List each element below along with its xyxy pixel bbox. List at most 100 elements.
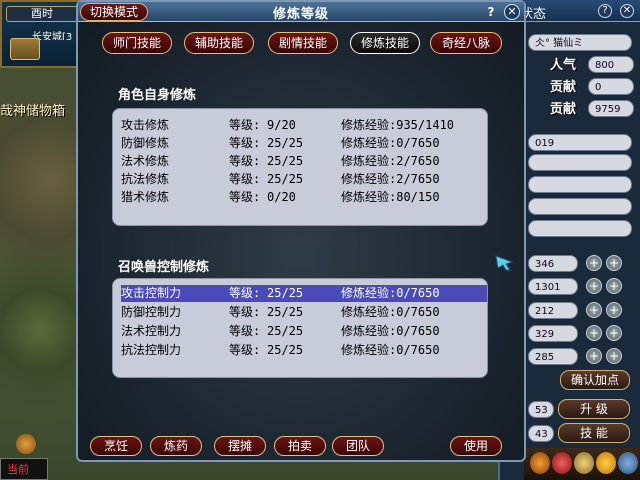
level-value: 25/25	[267, 324, 304, 338]
stat-minus-button[interactable]: +	[606, 255, 622, 271]
stat-minus-button[interactable]: +	[606, 325, 622, 341]
minimap[interactable]: 酉时 长安城[3	[0, 0, 80, 68]
level-label: 等级:	[229, 172, 261, 186]
experience-value: 修炼经验:0/7650	[341, 286, 440, 300]
cultivation-name: 攻击控制力	[121, 286, 182, 300]
item-icon[interactable]	[574, 452, 594, 474]
cultivation-name: 防御修炼	[121, 136, 170, 150]
game-time: 酉时	[6, 6, 78, 22]
cultivation-row[interactable]: 抗法修炼 等级: 25/25 修炼经验:2/7650	[121, 171, 487, 188]
chat-channel-selector[interactable]: 当前	[0, 458, 48, 480]
level-label: 等级:	[229, 118, 261, 132]
skill-button[interactable]: 技 能	[558, 423, 630, 443]
team-button[interactable]: 团队	[332, 436, 384, 456]
item-icon[interactable]	[552, 452, 572, 474]
stat-field-empty	[528, 198, 632, 215]
cultivation-name: 攻击修炼	[121, 118, 170, 132]
cultivation-name: 防御控制力	[121, 305, 182, 319]
stat-minus-button[interactable]: +	[606, 302, 622, 318]
tab-story-skills[interactable]: 剧情技能	[268, 32, 338, 54]
contribution-label-2: 贡献	[550, 102, 577, 117]
stat-plus-button[interactable]: +	[586, 302, 602, 318]
stat-value: 212	[528, 302, 578, 319]
experience-value: 修炼经验:0/7650	[341, 324, 440, 338]
cooking-button[interactable]: 烹饪	[90, 436, 142, 456]
experience-value: 修炼经验:935/1410	[341, 118, 455, 132]
experience-value: 修炼经验:0/7650	[341, 305, 440, 319]
smiley-icon[interactable]	[596, 452, 616, 474]
alchemy-button[interactable]: 炼药	[150, 436, 202, 456]
close-icon[interactable]: ✕	[504, 4, 520, 20]
pet-control-title: 召唤兽控制修炼	[118, 260, 210, 275]
contribution-value-2: 9759	[588, 100, 634, 117]
cultivation-name: 法术修炼	[121, 154, 170, 168]
stall-button[interactable]: 摆摊	[214, 436, 266, 456]
use-button[interactable]: 使用	[450, 436, 502, 456]
level-label: 等级:	[229, 286, 261, 300]
upgrade-button[interactable]: 升 级	[558, 399, 630, 419]
experience-value: 修炼经验:0/7650	[341, 136, 440, 150]
stat-value: 346	[528, 255, 578, 272]
stat-plus-button[interactable]: +	[586, 255, 602, 271]
stat-field-empty	[528, 154, 632, 171]
experience-value: 修炼经验:2/7650	[341, 172, 440, 186]
auction-button[interactable]: 拍卖	[274, 436, 326, 456]
experience-value: 修炼经验:0/7650	[341, 343, 440, 357]
city-name: 长安城[3	[32, 32, 73, 40]
cultivation-name: 猎术修炼	[121, 190, 170, 204]
help-icon[interactable]: ?	[484, 5, 498, 19]
level-label: 等级:	[229, 343, 261, 357]
level-value: 25/25	[267, 286, 304, 300]
level-label: 等级:	[229, 305, 261, 319]
popularity-value: 800	[588, 56, 634, 73]
cultivation-name: 抗法控制力	[121, 343, 182, 357]
stat-minus-button[interactable]: +	[606, 278, 622, 294]
level-value: 25/25	[267, 343, 304, 357]
cultivation-row[interactable]: 法术修炼 等级: 25/25 修炼经验:2/7650	[121, 153, 487, 170]
tab-meridians[interactable]: 奇经八脉	[430, 32, 502, 54]
stat-plus-button[interactable]: +	[586, 348, 602, 364]
level-label: 等级:	[229, 154, 261, 168]
experience-value: 修炼经验:2/7650	[341, 154, 440, 168]
stat-field-empty	[528, 220, 632, 237]
cultivation-row[interactable]: 防御修炼 等级: 25/25 修炼经验:0/7650	[121, 135, 487, 152]
self-cultivation-panel: 攻击修炼 等级: 9/20 修炼经验:935/1410 防御修炼 等级: 25/…	[112, 108, 488, 226]
pet-control-row[interactable]: 抗法控制力 等级: 25/25 修炼经验:0/7650	[121, 342, 487, 359]
pet-control-row[interactable]: 攻击控制力 等级: 25/25 修炼经验:0/7650	[121, 285, 487, 302]
cultivation-dialog: 切换模式 修炼等级 ? ✕ 师门技能 辅助技能 剧情技能 修炼技能 奇经八脉 角…	[76, 0, 526, 462]
tab-support-skills[interactable]: 辅助技能	[184, 32, 254, 54]
cultivation-row[interactable]: 猎术修炼 等级: 0/20 修炼经验:80/150	[121, 189, 487, 206]
cultivation-row[interactable]: 攻击修炼 等级: 9/20 修炼经验:935/1410	[121, 117, 487, 134]
experience-value: 修炼经验:80/150	[341, 190, 440, 204]
stat-value: 285	[528, 348, 578, 365]
pet-control-row[interactable]: 法术控制力 等级: 25/25 修炼经验:0/7650	[121, 323, 487, 340]
close-icon[interactable]: ✕	[620, 4, 634, 18]
dialog-titlebar[interactable]: 切换模式 修炼等级 ? ✕	[78, 2, 524, 22]
stat-value: 329	[528, 325, 578, 342]
level-value: 25/25	[267, 172, 304, 186]
pet-control-row[interactable]: 防御控制力 等级: 25/25 修炼经验:0/7650	[121, 304, 487, 321]
stat-plus-button[interactable]: +	[586, 278, 602, 294]
item-icon[interactable]	[530, 452, 550, 474]
storage-npc-label: 哉神储物箱	[0, 104, 66, 119]
level-label: 等级:	[229, 136, 261, 150]
stat-minus-button[interactable]: +	[606, 348, 622, 364]
stat-plus-button[interactable]: +	[586, 325, 602, 341]
level-value: 53	[528, 401, 554, 418]
skill-value: 43	[528, 425, 554, 442]
chat-snail-icon[interactable]	[16, 434, 36, 454]
self-cultivation-title: 角色自身修炼	[118, 88, 197, 103]
tab-school-skills[interactable]: 师门技能	[102, 32, 172, 54]
system-icon[interactable]	[618, 452, 638, 474]
tab-cultivation-skills[interactable]: 修炼技能	[350, 32, 420, 54]
help-icon[interactable]: ?	[598, 4, 612, 18]
popularity-label: 人气	[550, 58, 577, 73]
contribution-label: 贡献	[550, 80, 577, 95]
storage-chest-icon[interactable]	[10, 38, 40, 60]
cursor-arrow-icon	[495, 255, 514, 271]
confirm-points-button[interactable]: 确认加点	[560, 370, 630, 390]
level-value: 25/25	[267, 305, 304, 319]
level-label: 等级:	[229, 190, 261, 204]
level-value: 0/20	[267, 190, 296, 204]
stat-value: 1301	[528, 278, 578, 295]
